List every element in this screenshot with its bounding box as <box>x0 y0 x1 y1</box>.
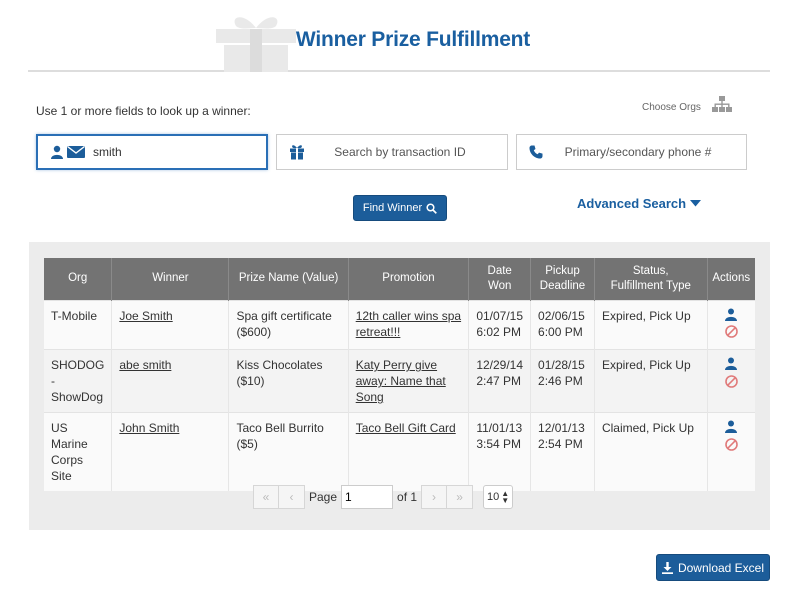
table-row: US Marine Corps Site John Smith Taco Bel… <box>44 412 755 492</box>
advanced-search-toggle[interactable]: Advanced Search <box>577 196 702 211</box>
winners-table: Org Winner Prize Name (Value) Promotion … <box>44 258 755 492</box>
next-page-button[interactable]: › <box>421 485 448 509</box>
page-size-select[interactable]: 10 ▲ ▼ <box>483 485 514 509</box>
phone-field[interactable] <box>516 134 747 170</box>
download-excel-label: Download Excel <box>677 560 765 575</box>
cell-date-won: 01/07/15 6:02 PM <box>468 300 532 350</box>
sort-arrows-icon: ▲ ▼ <box>501 489 510 505</box>
column-header-promotion[interactable]: Promotion <box>348 258 470 300</box>
promotion-link[interactable]: Katy Perry give away: Name that Song <box>356 358 446 404</box>
cell-actions <box>707 300 755 350</box>
chevron-left-icon: ‹ <box>289 490 294 504</box>
results-panel: Org Winner Prize Name (Value) Promotion … <box>29 242 770 530</box>
page-header: Winner Prize Fulfillment <box>28 0 770 72</box>
column-header-status[interactable]: Status, Fulfillment Type <box>594 258 708 300</box>
phone-input[interactable] <box>543 145 733 159</box>
promotion-link[interactable]: 12th caller wins spa retreat!!! <box>356 309 461 339</box>
page-size-value: 10 <box>486 491 500 503</box>
search-icon <box>426 202 438 214</box>
table-row: SHODOG - ShowDog abe smith Kiss Chocolat… <box>44 349 755 413</box>
first-page-button[interactable]: « <box>253 485 279 509</box>
advanced-search-label: Advanced Search <box>577 196 687 211</box>
cell-prize: Spa gift certificate ($600) <box>228 300 349 350</box>
cell-prize: Taco Bell Burrito ($5) <box>228 412 349 492</box>
cell-org: T-Mobile <box>44 300 113 350</box>
table-row: T-Mobile Joe Smith Spa gift certificate … <box>44 300 755 350</box>
column-header-winner[interactable]: Winner <box>111 258 230 300</box>
view-winner-icon[interactable] <box>725 420 738 437</box>
column-header-org[interactable]: Org <box>44 258 113 300</box>
envelope-icon <box>67 145 85 159</box>
find-winner-button[interactable]: Find Winner <box>353 195 447 221</box>
phone-icon <box>529 145 543 159</box>
column-header-pickup-deadline[interactable]: Pickup Deadline <box>530 258 595 300</box>
find-winner-label: Find Winner <box>362 202 423 214</box>
column-header-prize[interactable]: Prize Name (Value) <box>228 258 349 300</box>
cell-date-won: 11/01/13 3:54 PM <box>468 412 532 492</box>
cell-org: SHODOG - ShowDog <box>44 349 113 413</box>
column-header-date-won[interactable]: Date Won <box>468 258 532 300</box>
cell-pickup-deadline: 01/28/15 2:46 PM <box>530 349 595 413</box>
last-page-button[interactable]: » <box>447 485 474 509</box>
caret-down-icon <box>690 200 702 207</box>
cell-actions <box>707 412 755 492</box>
winner-name-input[interactable] <box>93 145 233 159</box>
cell-status: Expired, Pick Up <box>594 300 708 350</box>
page-count: of 1 <box>397 490 418 504</box>
cancel-icon[interactable] <box>724 375 738 392</box>
cell-status: Claimed, Pick Up <box>594 412 708 492</box>
column-header-actions: Actions <box>707 258 755 300</box>
cell-actions <box>707 349 755 413</box>
cell-org: US Marine Corps Site <box>44 412 113 492</box>
promotion-link[interactable]: Taco Bell Gift Card <box>356 421 456 435</box>
transaction-id-field[interactable] <box>276 134 508 170</box>
winner-link[interactable]: abe smith <box>119 358 171 372</box>
search-instructions: Use 1 or more fields to look up a winner… <box>36 104 251 118</box>
double-chevron-right-icon: » <box>456 490 463 504</box>
pagination: « ‹ Page of 1 › » 10 ▲▼ <box>253 484 514 510</box>
org-hierarchy-icon[interactable] <box>712 96 732 114</box>
download-excel-button[interactable]: Download Excel <box>656 554 770 581</box>
cancel-icon[interactable] <box>724 438 738 455</box>
cell-pickup-deadline: 12/01/13 2:54 PM <box>530 412 595 492</box>
winner-name-field[interactable] <box>36 134 268 170</box>
gift-icon <box>289 144 305 160</box>
user-icon <box>50 145 64 159</box>
previous-page-button[interactable]: ‹ <box>279 485 305 509</box>
cell-status: Expired, Pick Up <box>594 349 708 413</box>
page-number-input[interactable] <box>341 485 394 509</box>
page-label: Page <box>309 490 338 504</box>
page-title: Winner Prize Fulfillment <box>295 28 531 51</box>
cancel-icon[interactable] <box>724 325 738 342</box>
winner-link[interactable]: John Smith <box>119 421 179 435</box>
choose-orgs-link[interactable]: Choose Orgs <box>642 102 701 113</box>
chevron-right-icon: › <box>432 490 437 504</box>
cell-pickup-deadline: 02/06/15 6:00 PM <box>530 300 595 350</box>
winner-link[interactable]: Joe Smith <box>119 309 172 323</box>
download-icon <box>661 561 673 574</box>
view-winner-icon[interactable] <box>725 308 738 325</box>
double-chevron-left-icon: « <box>262 490 270 504</box>
transaction-id-input[interactable] <box>305 145 495 159</box>
cell-prize: Kiss Chocolates ($10) <box>228 349 349 413</box>
cell-date-won: 12/29/14 2:47 PM <box>468 349 532 413</box>
table-header-row: Org Winner Prize Name (Value) Promotion … <box>44 258 755 300</box>
view-winner-icon[interactable] <box>725 357 738 374</box>
